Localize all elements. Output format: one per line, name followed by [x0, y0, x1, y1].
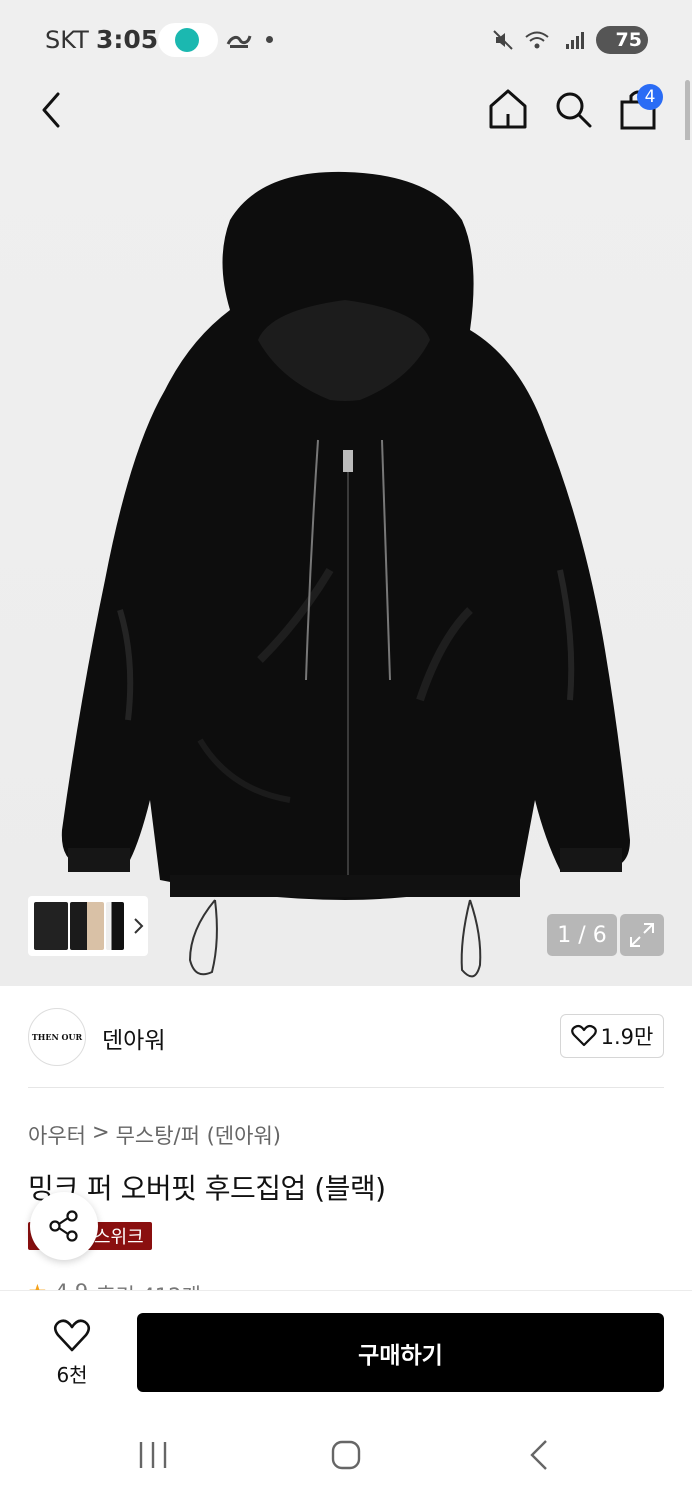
top-navigation [0, 80, 692, 140]
battery-level: 75 [615, 29, 642, 51]
activity-icon [226, 35, 252, 48]
cart-count-badge: 4 [637, 84, 663, 110]
breadcrumb: 아우터 > 무스탕/퍼 (덴아워) [28, 1120, 281, 1150]
like-count: 6천 [56, 1363, 88, 1387]
app-notification-icon [175, 28, 199, 52]
system-back-icon[interactable] [526, 1438, 552, 1472]
product-image-gallery[interactable]: 1 / 6 [0, 140, 692, 986]
buy-button[interactable]: 구매하기 [137, 1313, 664, 1392]
divider [28, 1087, 664, 1088]
status-time: 3:05 [96, 25, 159, 54]
heart-icon [53, 1319, 91, 1352]
thumbnail-image[interactable] [106, 902, 124, 950]
expand-button[interactable] [620, 914, 664, 956]
brand-favorite-count: 1.9만 [600, 1025, 654, 1049]
breadcrumb-item[interactable]: 아우터 [28, 1120, 86, 1150]
breadcrumb-separator: > [91, 1120, 110, 1144]
scrollbar[interactable] [685, 80, 690, 146]
thumbnail-image[interactable] [70, 902, 104, 950]
brand-logo[interactable]: THEN OUR [28, 1008, 86, 1066]
image-counter: 1 / 6 [547, 914, 617, 956]
brand-name[interactable]: 덴아워 [102, 1021, 165, 1055]
product-image [61, 171, 631, 978]
app-notification-pill [158, 23, 218, 57]
product-tag-label: 스위크 [94, 1227, 144, 1248]
brand-favorite-button[interactable]: 1.9만 [560, 1014, 664, 1058]
status-bar: SKT 3:05 75 [0, 0, 692, 80]
thumbnail-strip[interactable] [28, 896, 148, 956]
back-icon[interactable] [32, 88, 72, 132]
expand-icon [630, 923, 654, 947]
mute-icon [493, 30, 513, 50]
home-button-icon[interactable] [330, 1439, 362, 1471]
breadcrumb-item[interactable]: 무스탕/퍼 (덴아워) [116, 1120, 281, 1150]
chevron-right-icon[interactable] [132, 916, 146, 936]
thumbnail-image[interactable] [34, 902, 68, 950]
system-indicators: 75 [492, 26, 648, 54]
carrier-label: SKT [45, 26, 89, 54]
wifi-icon [525, 31, 549, 49]
signal-icon [566, 32, 584, 49]
recent-apps-icon[interactable] [137, 1440, 169, 1470]
home-icon[interactable] [486, 86, 530, 132]
notification-dot [266, 36, 273, 43]
search-icon[interactable] [552, 86, 594, 132]
heart-icon [570, 1024, 597, 1047]
system-navigation-bar [0, 1410, 692, 1500]
share-icon [49, 1210, 78, 1242]
share-button[interactable] [30, 1192, 98, 1260]
brand-row[interactable]: THEN OUR 덴아워 1.9만 [28, 1006, 664, 1066]
like-button[interactable]: 6천 [40, 1319, 104, 1387]
battery-indicator: 75 [596, 26, 648, 54]
purchase-bar: 6천 구매하기 [0, 1290, 692, 1410]
